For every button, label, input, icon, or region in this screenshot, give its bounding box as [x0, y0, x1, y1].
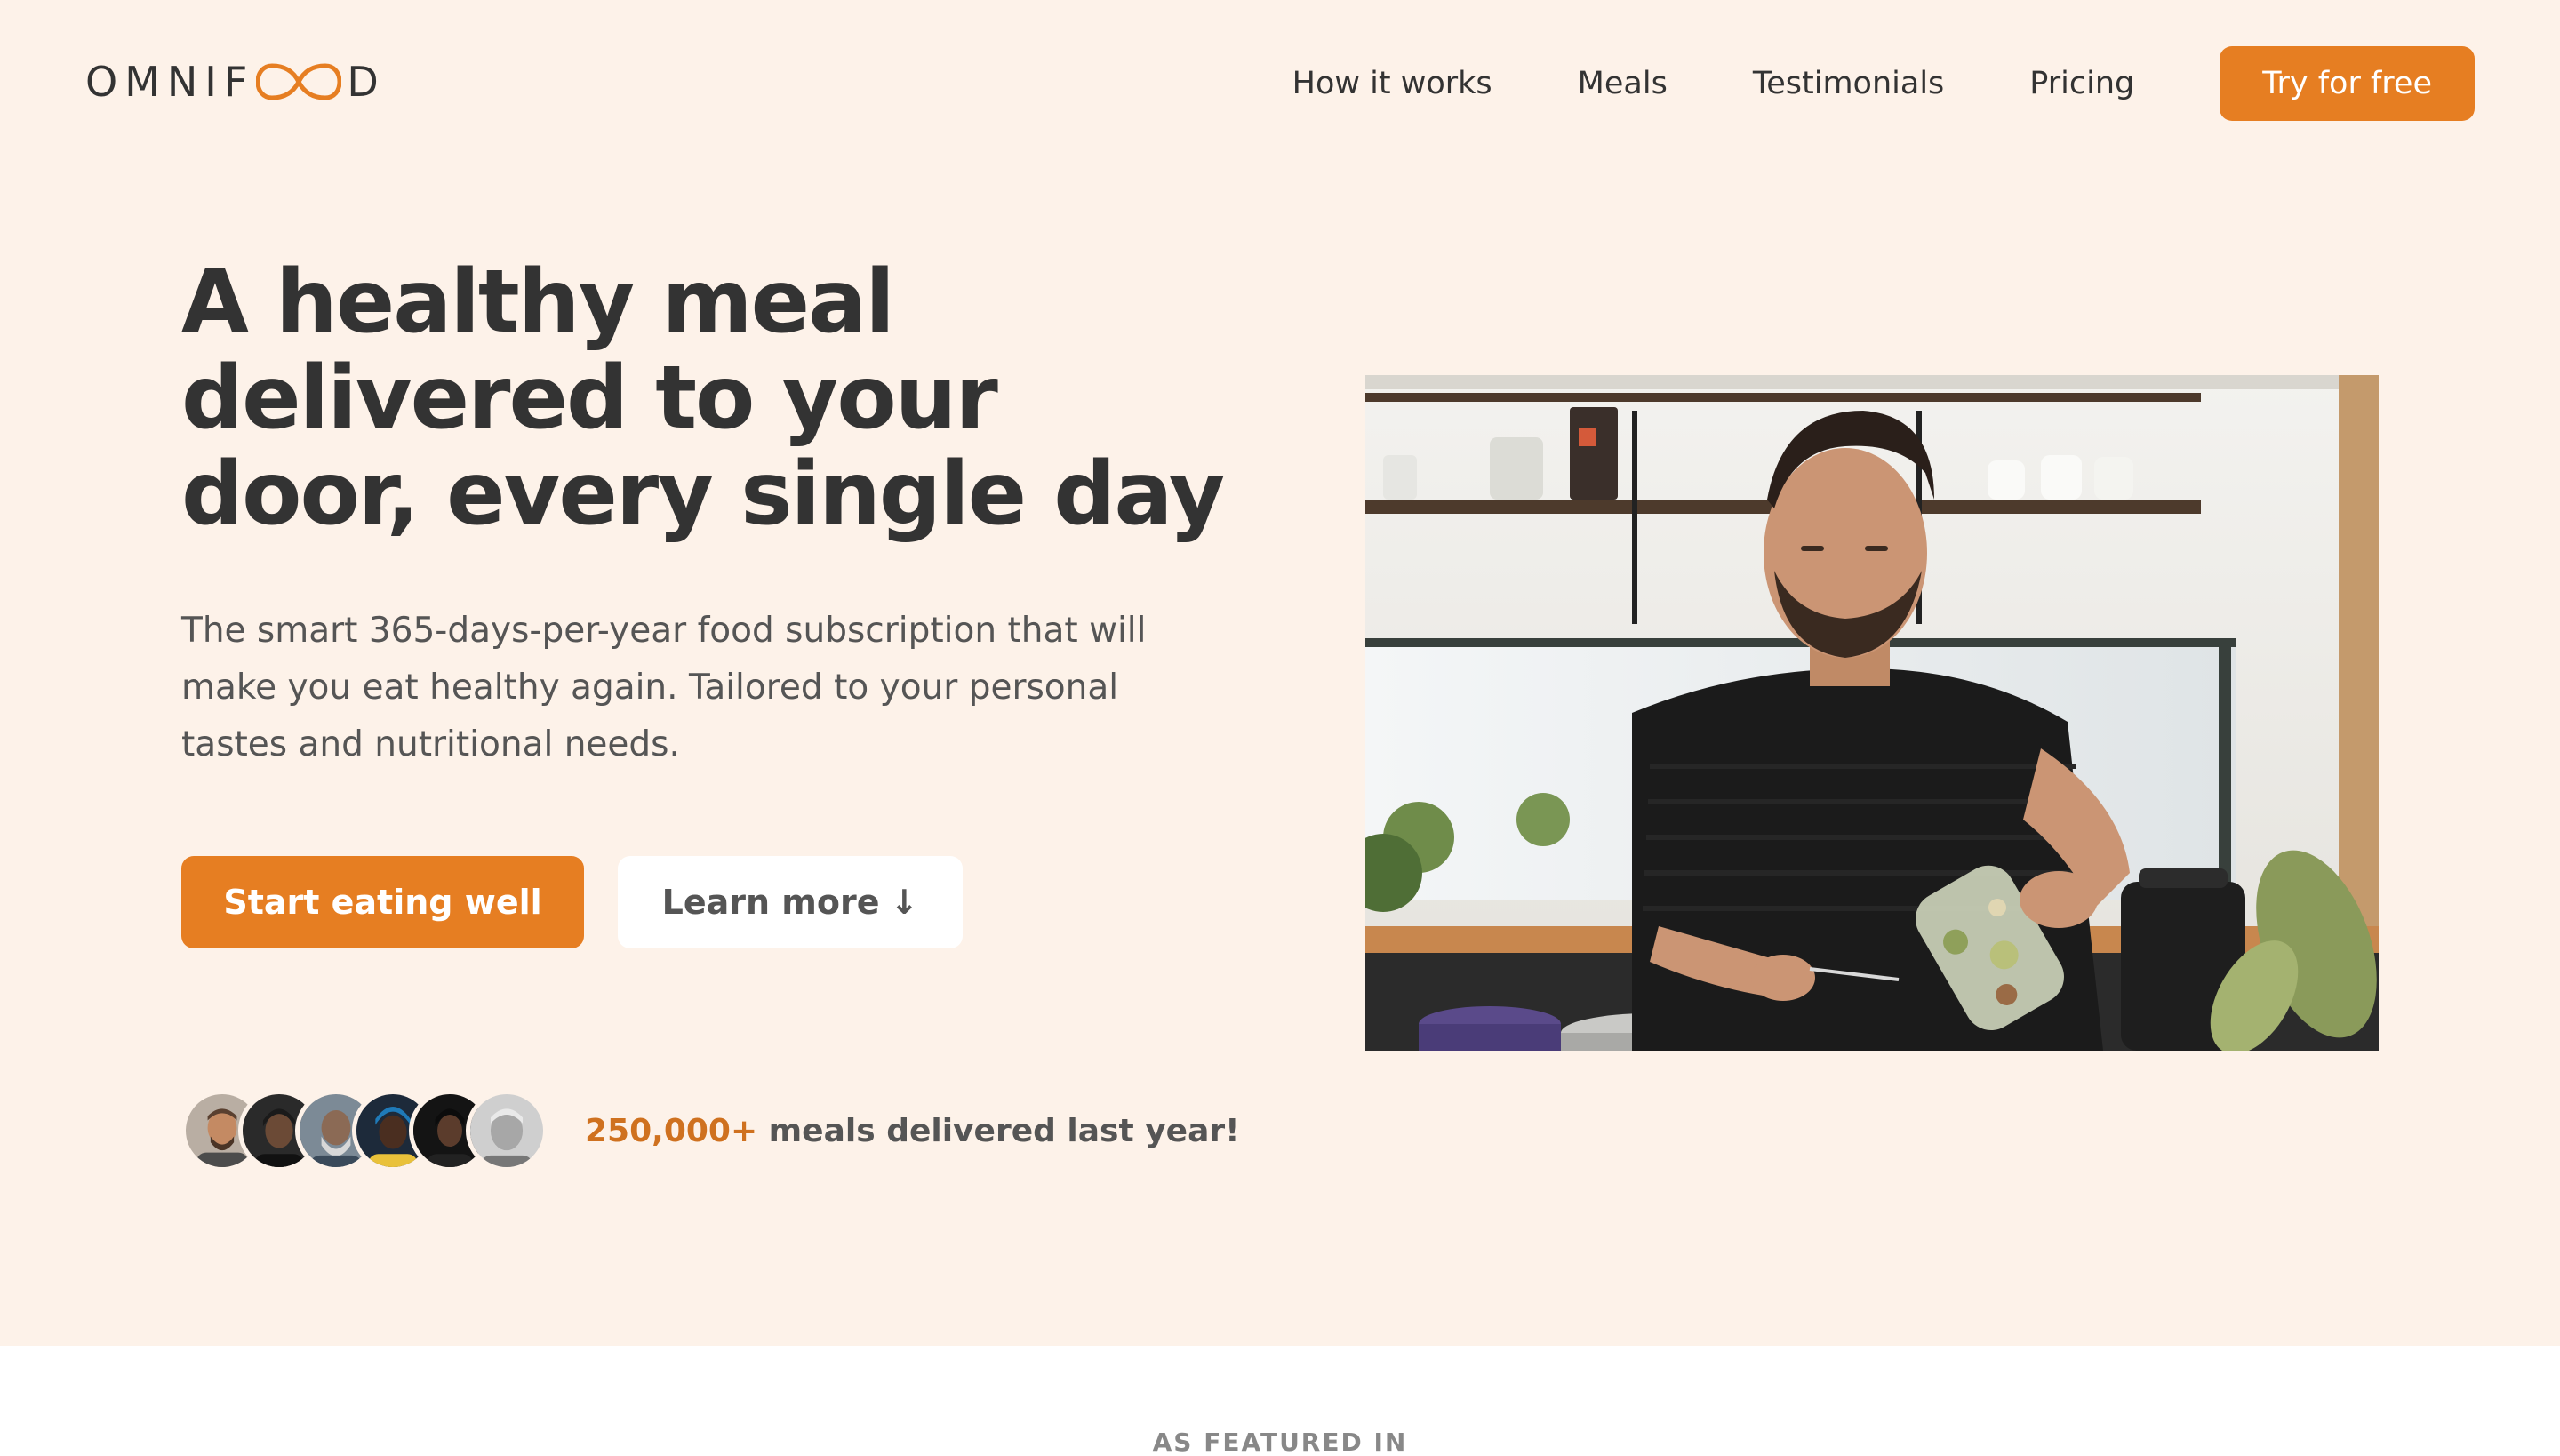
delivered-text: 250,000+ meals delivered last year! — [585, 1113, 1240, 1149]
logo-text-start: OMNIF — [85, 58, 255, 106]
logo-text-end: D — [347, 58, 386, 106]
nav-link-pricing[interactable]: Pricing — [2029, 66, 2134, 101]
hero-title: A healthy meal delivered to your door, e… — [181, 254, 1292, 542]
start-eating-well-button[interactable]: Start eating well — [181, 856, 584, 948]
logo[interactable]: OMNIF D — [85, 58, 386, 106]
nav-link-how-it-works[interactable]: How it works — [1292, 66, 1492, 101]
avatar — [466, 1090, 548, 1172]
delivered-suffix: meals delivered last year! — [757, 1112, 1240, 1149]
nav-link-meals[interactable]: Meals — [1578, 66, 1668, 101]
site-header: OMNIF D How it works Meals Testimonials … — [0, 0, 2560, 165]
try-for-free-button[interactable]: Try for free — [2220, 46, 2475, 121]
featured-title: AS FEATURED IN — [1152, 1428, 1408, 1456]
hero-title-line-3: door, every single day — [181, 444, 1225, 545]
arrow-down-icon: ↓ — [890, 883, 919, 922]
hero-text: A healthy meal delivered to your door, e… — [181, 254, 1292, 773]
main-nav: How it works Meals Testimonials Pricing … — [1292, 46, 2475, 121]
hero-title-line-1: A healthy meal — [181, 252, 895, 353]
learn-more-label: Learn more — [661, 883, 880, 922]
customer-avatars — [181, 1090, 548, 1172]
hero-buttons: Start eating well Learn more ↓ — [181, 856, 963, 948]
infinity-o-icon — [256, 62, 342, 101]
featured-section: AS FEATURED IN — [0, 1346, 2560, 1456]
learn-more-button[interactable]: Learn more ↓ — [618, 856, 963, 948]
nav-link-testimonials[interactable]: Testimonials — [1753, 66, 1944, 101]
delivered-count: 250,000+ — [585, 1112, 758, 1149]
delivered-meals: 250,000+ meals delivered last year! — [181, 1090, 1240, 1172]
hero-description: The smart 365-days-per-year food subscri… — [181, 611, 1147, 764]
hero-image — [1365, 375, 2379, 1051]
hero-title-line-2: delivered to your — [181, 348, 998, 449]
